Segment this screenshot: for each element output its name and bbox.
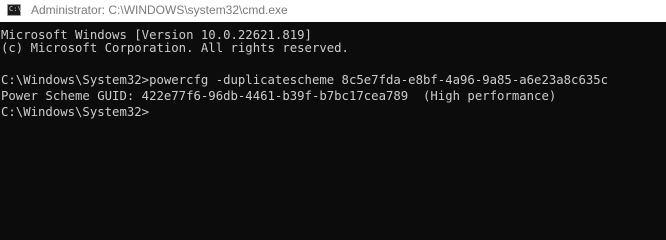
console-line: Power Scheme GUID: 422e77f6-96db-4461-b3… [1,89,557,103]
command-prompt-window: C:\ Administrator: C:\WINDOWS\system32\c… [0,0,666,225]
command-prompt-line[interactable]: C:\Windows\System32> [1,104,149,120]
window-title: Administrator: C:\WINDOWS\system32\cmd.e… [31,3,288,17]
console-line: (c) Microsoft Corporation. All rights re… [1,41,349,55]
console-line: C:\Windows\System32>powercfg -duplicates… [1,73,609,87]
console-output[interactable]: Microsoft Windows [Version 10.0.22621.81… [0,22,666,225]
cmd-icon[interactable]: C:\ [7,4,22,16]
cmd-icon-glyph: C:\ [9,5,22,13]
title-bar[interactable]: C:\ Administrator: C:\WINDOWS\system32\c… [0,0,666,22]
